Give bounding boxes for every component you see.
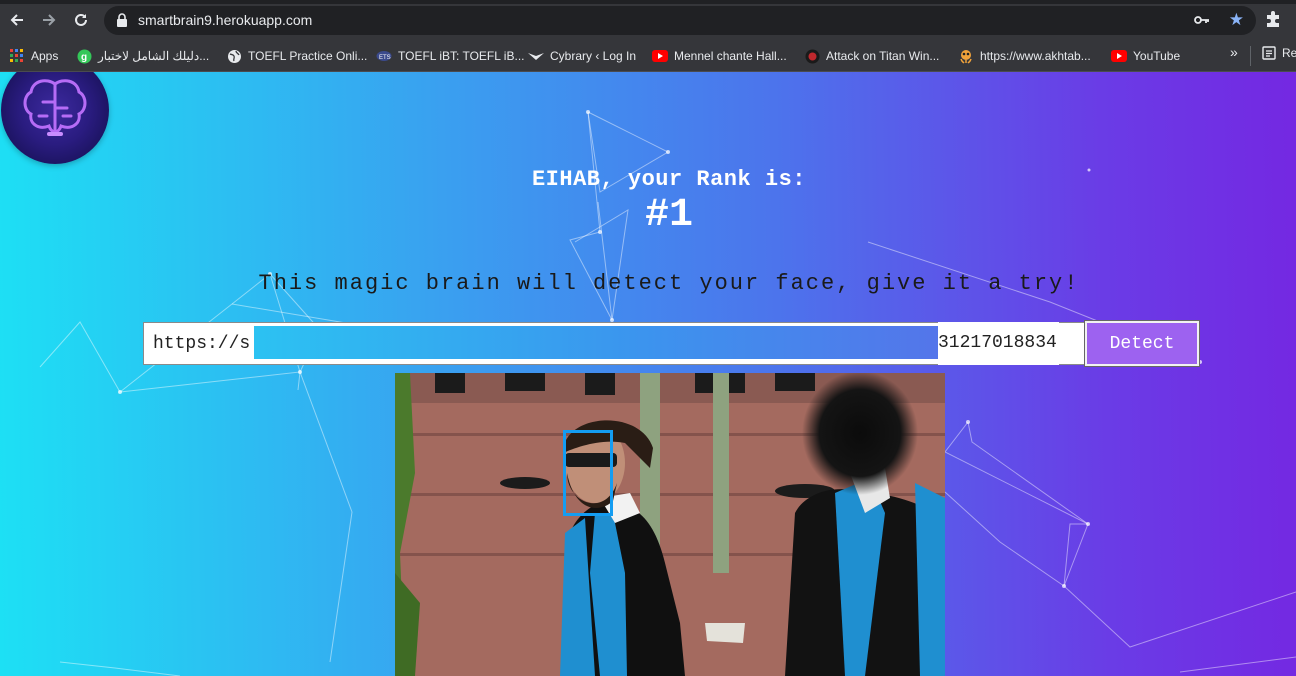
bookmark-label: Apps (31, 49, 59, 63)
bookmark-apps[interactable]: Apps (9, 46, 58, 66)
bookmark-arabic-guide[interactable]: g دليلك الشامل لاختبار... (76, 46, 209, 66)
submitted-photo (395, 373, 945, 676)
extensions-puzzle-icon[interactable] (1264, 10, 1282, 28)
youtube-icon (652, 48, 668, 64)
address-bar[interactable]: smartbrain9.herokuapp.com ★ (104, 6, 1256, 35)
key-icon[interactable] (1194, 13, 1210, 27)
page-viewport: EIHAB, your Rank is: #1 This magic brain… (0, 72, 1296, 676)
akhtaboot-icon (958, 48, 974, 64)
cybrary-icon (528, 48, 544, 64)
svg-text:g: g (81, 52, 87, 63)
bookmark-star-icon[interactable]: ★ (1229, 11, 1244, 29)
bookmark-label: https://www.akhtab... (980, 49, 1091, 63)
globe-icon (226, 48, 242, 64)
bookmark-label: YouTube (1133, 49, 1181, 63)
bookmark-toefl-ibt[interactable]: ETS TOEFL iBT: TOEFL iB... (376, 46, 524, 66)
bookmark-mennel[interactable]: Mennel chante Hall... (652, 46, 787, 66)
bookmark-akhtaboot[interactable]: https://www.akhtab... (958, 46, 1091, 66)
image-url-tail: 31217018834 (938, 322, 1059, 365)
graduation-photo (395, 373, 945, 676)
bookmarks-divider (1250, 46, 1251, 66)
bookmark-label: TOEFL Practice Onli... (248, 49, 368, 63)
reload-button[interactable] (70, 9, 92, 31)
bookmark-cybrary[interactable]: Cybrary ‹ Log In (528, 46, 636, 66)
lock-icon (117, 13, 127, 27)
back-arrow-icon (10, 14, 23, 26)
redaction-overlay (254, 326, 942, 359)
rank-value: #1 (644, 193, 693, 238)
svg-text:ETS: ETS (379, 55, 391, 61)
bookmark-attack-on-titan[interactable]: Attack on Titan Win... (804, 46, 939, 66)
browser-toolbar: smartbrain9.herokuapp.com ★ (0, 0, 1296, 40)
forward-button[interactable] (38, 9, 60, 31)
bookmark-label: Cybrary ‹ Log In (550, 49, 637, 63)
ets-icon: ETS (376, 48, 392, 64)
tagline: This magic brain will detect your face, … (258, 271, 1080, 296)
face-bounding-box (563, 430, 613, 516)
back-button[interactable] (6, 9, 28, 31)
detect-button[interactable]: Detect (1084, 320, 1200, 367)
bookmark-label: دليلك الشامل لاختبار... (98, 49, 210, 63)
reading-list-icon (1262, 46, 1276, 60)
bookmark-label: TOEFL iBT: TOEFL iB... (398, 49, 525, 63)
tab-strip (0, 0, 1296, 4)
g-site-icon: g (76, 48, 92, 64)
forward-arrow-icon (43, 14, 56, 26)
reading-list-label: Re (1282, 46, 1296, 60)
reload-icon (75, 13, 87, 26)
bookmark-toefl-practice[interactable]: TOEFL Practice Onli... (226, 46, 367, 66)
reading-list-button[interactable]: Re (1262, 46, 1296, 60)
apps-grid-icon (9, 48, 25, 64)
bookmark-youtube[interactable]: YouTube (1111, 46, 1180, 66)
youtube-icon (1111, 48, 1127, 64)
bookmark-label: Mennel chante Hall... (674, 49, 787, 63)
aot-icon (804, 48, 820, 64)
bookmarks-overflow-button[interactable]: » (1230, 44, 1238, 60)
bookmarks-bar: Apps g دليلك الشامل لاختبار... TOEFL Pra… (0, 40, 1296, 72)
rank-heading: EIHAB, your Rank is: (531, 167, 807, 192)
brain-icon (23, 79, 87, 136)
address-url: smartbrain9.herokuapp.com (138, 12, 313, 28)
bookmark-label: Attack on Titan Win... (826, 49, 940, 63)
